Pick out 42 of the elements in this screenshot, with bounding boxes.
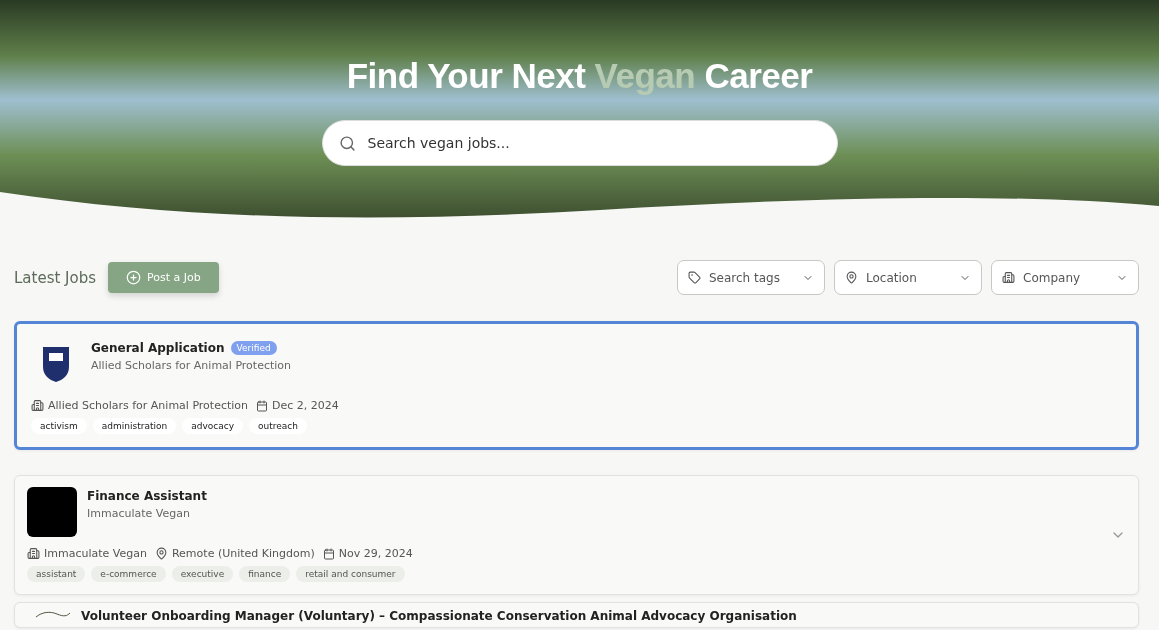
tag-chip: advocacy bbox=[182, 418, 243, 434]
job-card[interactable]: General Application Verified Allied Scholars for Animal Protection Allied Scholars for Animal Protection Dec 2, 2024 activism administration advocacy outreach bbox=[14, 321, 1139, 450]
tag-chip: outreach bbox=[248, 418, 307, 434]
filter-dropdown[interactable]: Search tags bbox=[677, 260, 825, 295]
search-input[interactable]: Search vegan jobs... bbox=[365, 134, 821, 152]
tag-chip: e-commerce bbox=[91, 566, 166, 582]
hero-title: Find Your Next Vegan Career bbox=[346, 56, 813, 96]
pin-icon bbox=[845, 271, 858, 284]
tag-chip: finance bbox=[239, 566, 291, 582]
search-icon bbox=[338, 134, 356, 152]
filter-dropdown[interactable]: Location bbox=[834, 260, 982, 295]
tag-chip: retail and consumer bbox=[296, 566, 405, 582]
job-title: Volunteer Onboarding Manager (Voluntary) – Compassionate Conservation Animal Advocacy Organisation bbox=[81, 609, 797, 623]
sketch-logo bbox=[35, 611, 71, 619]
filter-dropdown[interactable]: Company bbox=[991, 260, 1139, 295]
job-title: Finance Assistant bbox=[87, 489, 207, 503]
meta-text: Immaculate Vegan bbox=[44, 547, 147, 560]
section-heading: Latest Jobs bbox=[14, 268, 97, 287]
pin-icon bbox=[154, 547, 168, 560]
company-name: Allied Scholars for Animal Protection bbox=[91, 359, 292, 372]
building-icon bbox=[1002, 271, 1015, 284]
tag-chip: activism bbox=[31, 418, 87, 434]
job-card[interactable]: Finance Assistant Immaculate Vegan Immaculate Vegan Remote (United Kingdom) Nov 29, 2024 assistant e-commerce executive finance retail and consumer bbox=[14, 475, 1139, 595]
company-name: Immaculate Vegan bbox=[87, 507, 191, 520]
tag-chip: assistant bbox=[27, 566, 86, 582]
calendar-icon bbox=[322, 547, 335, 560]
building-icon bbox=[27, 547, 40, 560]
tag-icon bbox=[688, 271, 701, 284]
verified-badge: Verified bbox=[230, 341, 277, 355]
job-title: General Application bbox=[91, 341, 225, 355]
meta-text: Nov 29, 2024 bbox=[338, 547, 413, 560]
tag-chip: executive bbox=[171, 566, 234, 582]
building-icon bbox=[31, 399, 44, 412]
meta-text: Allied Scholars for Animal Protection bbox=[48, 399, 249, 412]
plus-icon bbox=[126, 270, 142, 285]
tag-chip: administration bbox=[92, 418, 177, 434]
calendar-icon bbox=[256, 399, 269, 412]
meta-text: Dec 2, 2024 bbox=[272, 399, 339, 412]
search-field[interactable]: Search vegan jobs... bbox=[321, 120, 838, 166]
meta-text: Remote (United Kingdom) bbox=[171, 547, 315, 560]
job-card[interactable]: Volunteer Onboarding Manager (Voluntary) – Compassionate Conservation Animal Advocacy Organisation bbox=[14, 602, 1139, 628]
logo-placeholder bbox=[27, 487, 77, 537]
